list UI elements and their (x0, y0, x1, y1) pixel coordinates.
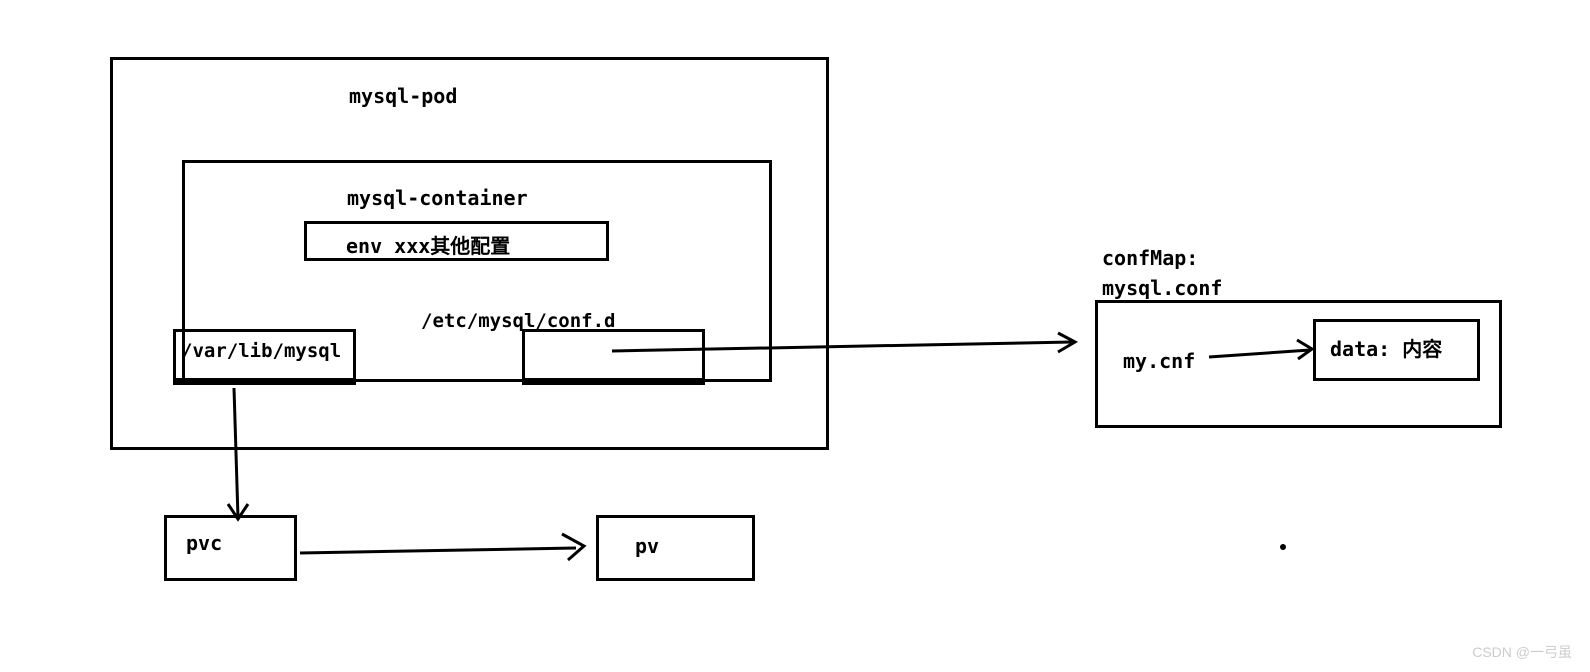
watermark: CSDN @一弓虽 (1472, 642, 1572, 662)
mysql-container-label: mysql-container (347, 186, 528, 210)
etc-mysql-confd-label: /etc/mysql/conf.d (421, 310, 615, 332)
configmap-header1: confMap: (1102, 246, 1198, 270)
configmap-file: my.cnf (1123, 349, 1195, 373)
mysql-pod-label: mysql-pod (349, 84, 457, 108)
dot (1280, 544, 1286, 550)
pv-label: pv (635, 534, 659, 558)
configmap-data-label: data: 内容 (1330, 333, 1442, 362)
pv-box (596, 515, 755, 581)
configmap-header2: mysql.conf (1102, 276, 1222, 300)
pvc-label: pvc (186, 531, 222, 555)
pvc-box (164, 515, 297, 581)
var-lib-mysql-label: /var/lib/mysql (181, 340, 341, 362)
etc-mysql-confd-box (522, 329, 705, 385)
env-label: env xxx其他配置 (346, 230, 510, 259)
